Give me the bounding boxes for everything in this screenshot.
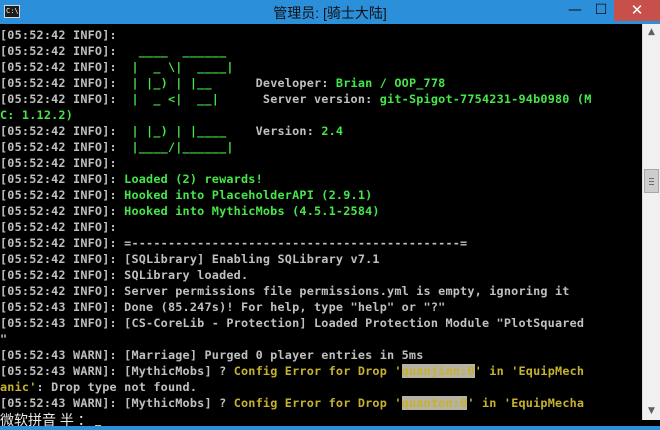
- thumb-grip-line: [649, 181, 654, 182]
- console-text: [05:52:42 INFO]: SQLibrary loaded.: [0, 268, 249, 282]
- console-text: C: 1.12.2): [0, 108, 74, 122]
- console-text: [05:52:42 INFO]:: [0, 124, 125, 138]
- console-text: | |_) | |__: [124, 76, 212, 90]
- console-line: [05:52:42 INFO]: | _ <| __| Server versi…: [0, 91, 642, 107]
- console-text: [05:52:43 WARN]: [MythicMobs] ?: [0, 364, 234, 378]
- console-text: [05:52:42 INFO]:: [0, 156, 117, 170]
- console-text: Loaded (2) rewards!: [124, 172, 263, 186]
- console-text: [05:52:43 INFO]: [CS-CoreLib - Protectio…: [0, 316, 585, 330]
- console-output[interactable]: [05:52:42 INFO]: [05:52:42 INFO]: ____ __…: [0, 27, 642, 417]
- console-text: [05:52:42 INFO]:: [0, 76, 125, 90]
- console-text: Hooked into MythicMobs (4.5.1-2584): [124, 204, 380, 218]
- console-text: [05:52:42 INFO]:: [0, 204, 125, 218]
- console-text: | _ <| __|: [124, 92, 220, 106]
- console-line: [05:52:42 INFO]: |____/|______|: [0, 139, 642, 155]
- console-line: [05:52:43 INFO]: [CS-CoreLib - Protectio…: [0, 315, 642, 331]
- console-line: [05:52:42 INFO]: Hooked into MythicMobs …: [0, 203, 642, 219]
- console-text: | |_) | |____: [124, 124, 227, 138]
- console-line: [05:52:42 INFO]: Loaded (2) rewards!: [0, 171, 642, 187]
- console-line: [05:52:42 INFO]: Server permissions file…: [0, 283, 642, 299]
- console-text: [05:52:42 INFO]: =----------------------…: [0, 236, 468, 250]
- console-text: 2.4: [321, 124, 344, 138]
- console-text: [05:52:42 INFO]:: [0, 44, 125, 58]
- minimize-button[interactable]: —: [562, 0, 588, 21]
- console-text: Server version:: [219, 92, 380, 106]
- console-text: ____ ______: [124, 44, 227, 58]
- console-text: Version:: [226, 124, 322, 138]
- console-text: Developer:: [211, 76, 336, 90]
- console-text: [05:52:42 INFO]:: [0, 220, 117, 234]
- console-text: Brian / OOP_778: [335, 76, 446, 90]
- console-text: [05:52:42 INFO]: Server permissions file…: [0, 284, 570, 298]
- close-button[interactable]: ✕: [614, 0, 660, 21]
- console-text: [05:52:42 INFO]:: [0, 92, 125, 106]
- console-line: [05:52:42 INFO]: ____ ______: [0, 43, 642, 59]
- console-text: ' in 'EquipMecha: [467, 396, 585, 410]
- scroll-down-arrow-icon[interactable]: ▼: [643, 403, 660, 420]
- console-text: |____/|______|: [124, 140, 234, 154]
- console-line: [05:52:42 INFO]: =----------------------…: [0, 235, 642, 251]
- console-line: [05:52:42 INFO]: | _ \| ____|: [0, 59, 642, 75]
- scroll-up-arrow-icon[interactable]: ▲: [643, 24, 660, 41]
- console-line: [05:52:42 INFO]: [SQLibrary] Enabling SQ…: [0, 251, 642, 267]
- console-text: [05:52:42 INFO]:: [0, 60, 125, 74]
- console-text: [05:52:42 INFO]:: [0, 140, 125, 154]
- console-text: anic': [0, 380, 37, 394]
- console-text: git-Spigot-7754231-94b0980 (M: [379, 92, 592, 106]
- highlighted-text: quanton:0: [401, 396, 468, 410]
- scrollbar-thumb[interactable]: [644, 169, 659, 193]
- console-text: [05:52:42 INFO]: [SQLibrary] Enabling SQ…: [0, 252, 380, 266]
- thumb-grip-line: [649, 178, 654, 179]
- console-line: [05:52:42 INFO]: | |_) | |____ Version: …: [0, 123, 642, 139]
- console-text: : Drop type not found.: [36, 380, 198, 394]
- console-text: Config Error for Drop ': [233, 396, 402, 410]
- console-line: [05:52:43 WARN]: [MythicMobs] ? Config E…: [0, 363, 642, 379]
- console-text: [05:52:42 INFO]:: [0, 28, 117, 42]
- vertical-scrollbar[interactable]: ▲ ▼: [642, 24, 660, 420]
- console-line: anic': Drop type not found.: [0, 379, 642, 395]
- console-text: [05:52:43 WARN]: [Marriage] Purged 0 pla…: [0, 348, 424, 362]
- console-text: ": [0, 332, 8, 346]
- console-line: [05:52:42 INFO]:: [0, 219, 642, 235]
- console-text: [05:52:42 INFO]:: [0, 188, 125, 202]
- maximize-button[interactable]: ☐: [588, 0, 614, 21]
- console-line: [05:52:42 INFO]:: [0, 27, 642, 43]
- console-text: [05:52:43 WARN]: [MythicMobs] ?: [0, 396, 234, 410]
- console-line: [05:52:43 INFO]: Done (85.247s)! For hel…: [0, 299, 642, 315]
- console-line: [05:52:42 INFO]: | |_) | |__ Developer: …: [0, 75, 642, 91]
- console-text: Hooked into PlaceholderAPI (2.9.1): [124, 188, 373, 202]
- console-line: C: 1.12.2): [0, 107, 642, 123]
- highlighted-text: quanjian:0: [401, 364, 475, 378]
- window-title: 管理员: [骑士大陆]: [273, 5, 387, 21]
- title-bar: C:\ 管理员: [骑士大陆] — ☐ ✕: [0, 0, 660, 24]
- console-line: [05:52:42 INFO]: SQLibrary loaded.: [0, 267, 642, 283]
- thumb-grip-line: [649, 184, 654, 185]
- window-bottom-border: [0, 426, 660, 430]
- console-text: | _ \| ____|: [124, 60, 234, 74]
- console-line: [05:52:42 INFO]:: [0, 155, 642, 171]
- console-line: [05:52:43 WARN]: [Marriage] Purged 0 pla…: [0, 347, 642, 363]
- console-text: Config Error for Drop ': [233, 364, 402, 378]
- console-text: [05:52:43 INFO]: Done (85.247s)! For hel…: [0, 300, 446, 314]
- console-text: [05:52:42 INFO]:: [0, 172, 125, 186]
- console-text: ' in 'EquipMech: [474, 364, 585, 378]
- console-line: ": [0, 331, 642, 347]
- console-line: [05:52:43 WARN]: [MythicMobs] ? Config E…: [0, 395, 642, 411]
- console-line: [05:52:42 INFO]: Hooked into Placeholder…: [0, 187, 642, 203]
